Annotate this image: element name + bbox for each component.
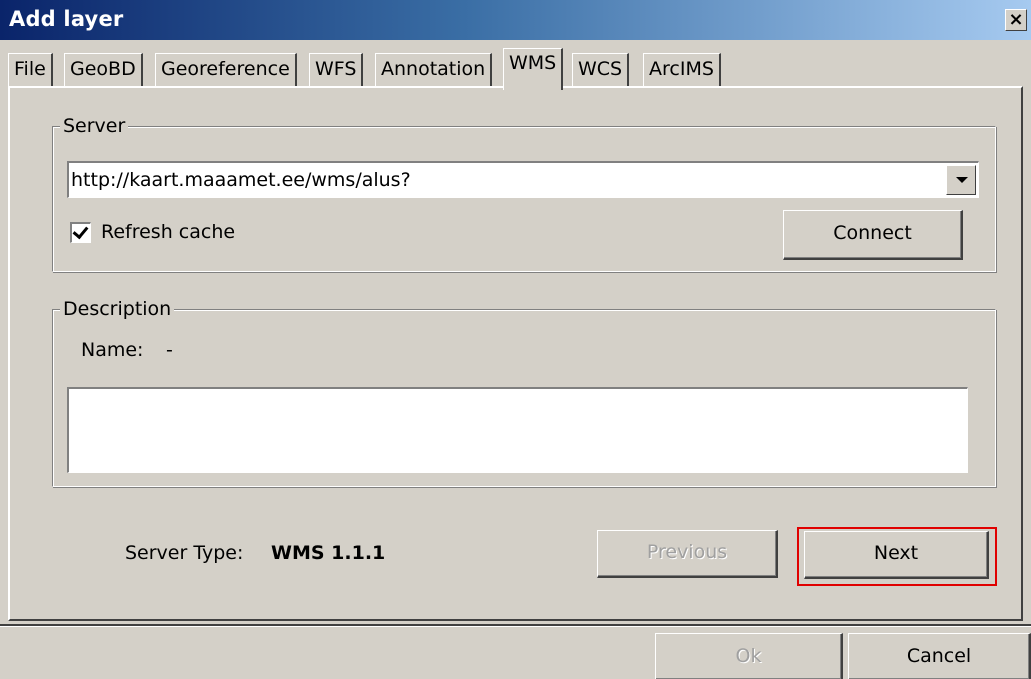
description-text-area[interactable]: [67, 387, 968, 473]
tab-wfs[interactable]: WFS: [309, 53, 364, 86]
chevron-down-icon: [956, 177, 968, 183]
server-group-label: Server: [60, 115, 129, 137]
ok-button[interactable]: Ok: [655, 633, 843, 679]
refresh-cache-checkbox[interactable]: [70, 222, 91, 243]
description-group-label: Description: [60, 298, 175, 320]
name-value: -: [166, 339, 173, 361]
combobox-dropdown-button[interactable]: [946, 165, 976, 195]
tab-label: WMS: [509, 52, 557, 74]
ok-button-label: Ok: [735, 645, 762, 667]
cancel-button[interactable]: Cancel: [848, 633, 1031, 679]
connect-button-label: Connect: [833, 222, 912, 244]
close-button[interactable]: ×: [1005, 9, 1027, 31]
name-label: Name:: [81, 339, 144, 361]
tab-annotation[interactable]: Annotation: [375, 53, 493, 86]
cancel-button-label: Cancel: [906, 645, 972, 667]
tab-wcs[interactable]: WCS: [572, 53, 630, 86]
server-url-value: http://kaart.maaamet.ee/wms/alus?: [71, 169, 411, 191]
previous-button[interactable]: Previous: [597, 530, 778, 578]
tab-label: Georeference: [161, 58, 290, 80]
server-url-combobox[interactable]: http://kaart.maaamet.ee/wms/alus?: [67, 161, 979, 198]
window-title: Add layer: [9, 7, 124, 31]
connect-button[interactable]: Connect: [783, 210, 963, 260]
tab-geobd[interactable]: GeoBD: [64, 53, 143, 86]
tab-label: GeoBD: [70, 58, 136, 80]
title-bar: Add layer ×: [0, 0, 1031, 40]
server-type-value: WMS 1.1.1: [271, 542, 386, 564]
next-button-label: Next: [873, 542, 919, 564]
tab-label: WCS: [578, 58, 623, 80]
server-type-label: Server Type:: [125, 542, 244, 564]
checkmark-icon: [72, 222, 89, 240]
refresh-cache-label[interactable]: Refresh cache: [101, 220, 235, 244]
next-button[interactable]: Next: [804, 531, 989, 579]
dialog-separator: [0, 624, 1031, 627]
close-icon: ×: [1008, 9, 1024, 30]
tab-label: WFS: [315, 58, 357, 80]
tab-wms[interactable]: WMS: [503, 48, 564, 90]
previous-button-label: Previous: [646, 541, 728, 563]
tab-label: ArcIMS: [649, 58, 714, 80]
tab-label: Annotation: [381, 58, 486, 80]
tab-georeference[interactable]: Georeference: [155, 53, 297, 86]
tab-arcims[interactable]: ArcIMS: [643, 53, 721, 86]
tab-file[interactable]: File: [8, 53, 53, 86]
tab-label: File: [14, 58, 46, 80]
